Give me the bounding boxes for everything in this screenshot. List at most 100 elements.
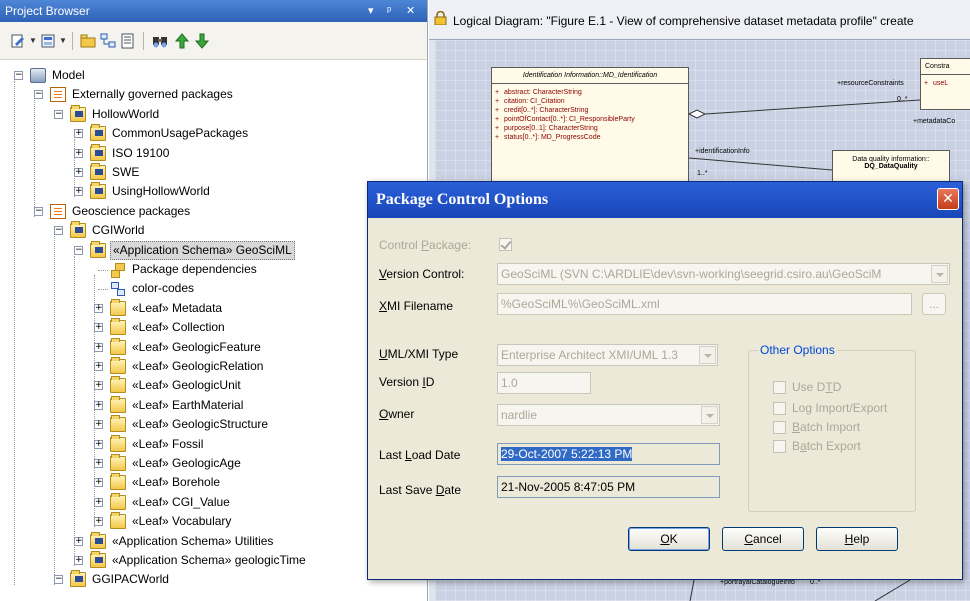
project-browser-toolbar: ▼ ▼	[0, 22, 427, 60]
chevron-down-icon[interactable]	[931, 265, 948, 283]
diagram-tab[interactable]: Logical Diagram: "Figure E.1 - View of c…	[429, 0, 970, 40]
project-browser-title: Project Browser	[5, 4, 90, 18]
expand-icon[interactable]: +	[74, 187, 83, 197]
tree-item-label: UsingHollowWorld	[112, 184, 210, 199]
folder-icon	[110, 492, 126, 510]
expand-icon[interactable]: +	[94, 303, 103, 313]
folder-icon	[110, 318, 126, 336]
tree-item-label: Externally governed packages	[72, 87, 233, 102]
last-load-date-field[interactable]: 29-Oct-2007 5:22:13 PM	[497, 443, 720, 465]
tree-item-label: «Application Schema» geologicTime	[112, 553, 306, 567]
expand-icon[interactable]: +	[74, 148, 83, 158]
expand-icon[interactable]: +	[74, 129, 83, 139]
chevron-down-icon[interactable]	[699, 346, 716, 364]
tree-item-label: «Leaf» EarthMaterial	[132, 397, 244, 412]
expand-icon[interactable]: +	[94, 478, 103, 488]
schema-mark-icon	[75, 110, 83, 117]
version-id-input[interactable]: 1.0	[497, 372, 591, 394]
owner-select[interactable]: nardlie	[497, 404, 720, 426]
new-package-icon[interactable]	[80, 33, 96, 49]
uml-xmi-type-label: UML/XMI Type	[379, 347, 459, 361]
xmi-filename-input[interactable]: %GeoSciML%\GeoSciML.xml	[497, 293, 912, 315]
tree-item-label: Model	[52, 68, 85, 82]
new-diagram-icon[interactable]	[40, 33, 56, 49]
collapse-icon[interactable]: −	[74, 245, 83, 255]
version-id-label: Version ID	[379, 375, 435, 389]
dialog-titlebar: Package Control Options ✕	[368, 182, 962, 218]
expand-icon[interactable]: +	[94, 439, 103, 449]
tree-item-label: «Leaf» Metadata	[132, 300, 223, 315]
schema-mark-icon	[95, 246, 103, 253]
batch-import-checkbox[interactable]	[773, 421, 786, 434]
batch-export-checkbox[interactable]	[773, 440, 786, 453]
tree-item-label: HollowWorld	[92, 106, 160, 121]
browse-button[interactable]: ...	[922, 293, 946, 315]
package-icon	[90, 143, 106, 161]
new-element-dropdown-icon[interactable]: ▼	[29, 36, 37, 45]
find-icon[interactable]	[152, 33, 168, 49]
version-control-select[interactable]: GeoSciML (SVN C:\ARDLIE\dev\svn-working\…	[497, 263, 950, 285]
properties-icon[interactable]	[120, 33, 136, 49]
tree-connector	[34, 100, 35, 217]
folder-icon	[110, 357, 126, 374]
tree-item-label: «Leaf» Borehole	[132, 475, 221, 490]
move-down-icon[interactable]	[194, 33, 210, 49]
expand-icon[interactable]: +	[94, 362, 103, 371]
dropdown-icon[interactable]: ▾	[368, 0, 374, 22]
chevron-down-icon[interactable]	[701, 406, 718, 424]
close-button[interactable]: ✕	[937, 188, 959, 210]
expand-icon[interactable]: +	[94, 400, 103, 410]
new-element-icon[interactable]	[10, 33, 26, 49]
ok-button[interactable]: OK	[628, 527, 710, 551]
new-view-icon[interactable]	[100, 33, 116, 49]
expand-icon[interactable]: +	[94, 323, 103, 333]
association-role-label: +identificationInfo	[695, 148, 750, 155]
use-dtd-checkbox[interactable]	[773, 381, 786, 394]
collapse-icon[interactable]: −	[34, 90, 43, 100]
tree-connector	[54, 236, 55, 586]
package-dependencies-icon	[110, 262, 126, 278]
package-icon	[90, 124, 106, 142]
expand-icon[interactable]: +	[94, 420, 103, 430]
version-control-label: Version Control:	[379, 267, 465, 281]
collapse-icon[interactable]: −	[54, 575, 63, 585]
collapse-icon[interactable]: −	[14, 71, 23, 80]
log-import-export-checkbox[interactable]	[773, 402, 786, 415]
expand-icon[interactable]: +	[74, 536, 83, 546]
tree-item-label: «Application Schema» GeoSciML	[110, 240, 295, 260]
collapse-icon[interactable]: −	[54, 226, 63, 236]
cancel-button[interactable]: Cancel	[722, 527, 804, 551]
collapse-icon[interactable]: −	[34, 206, 43, 216]
package-icon	[70, 570, 86, 588]
schema-mark-icon	[95, 537, 103, 544]
collapse-icon[interactable]: −	[54, 109, 63, 119]
expand-icon[interactable]: +	[94, 381, 103, 391]
new-diagram-dropdown-icon[interactable]: ▼	[59, 36, 67, 45]
control-package-checkbox[interactable]	[499, 238, 512, 251]
lock-icon	[434, 11, 447, 25]
schema-mark-icon	[95, 188, 103, 195]
pin-icon[interactable]: ᵖ	[387, 0, 391, 22]
expand-icon[interactable]: +	[94, 459, 103, 468]
move-up-icon[interactable]	[174, 33, 190, 49]
expand-icon[interactable]: +	[74, 168, 83, 177]
package-control-dialog: Package Control Options ✕ Control Packag…	[367, 181, 963, 580]
expand-icon[interactable]: +	[94, 342, 103, 352]
control-package-label: Control Package:	[379, 238, 472, 252]
help-button[interactable]: Help	[816, 527, 898, 551]
tree-item-label: CGIWorld	[92, 223, 145, 238]
expand-icon[interactable]: +	[74, 556, 83, 565]
last-save-date-field[interactable]: 21-Nov-2005 8:47:05 PM	[497, 476, 720, 498]
dialog-title: Package Control Options	[376, 191, 549, 208]
tree-item-label: «Leaf» GeologicAge	[132, 456, 241, 470]
expand-icon[interactable]: +	[94, 497, 103, 507]
tree-item-label: color-codes	[132, 281, 195, 296]
schema-mark-icon	[95, 557, 103, 563]
uml-xmi-type-select[interactable]: Enterprise Architect XMI/UML 1.3	[497, 344, 718, 366]
last-save-date-label: Last Save Date	[379, 483, 462, 497]
tree-item-label: «Leaf» Collection	[132, 320, 225, 335]
expand-icon[interactable]: +	[94, 517, 103, 527]
project-browser: Project Browser ▾ ᵖ ✕ ▼ ▼ − Model − Externa…	[0, 0, 428, 601]
batch-export-label: Batch Export	[792, 439, 861, 453]
close-icon[interactable]: ✕	[406, 0, 415, 22]
